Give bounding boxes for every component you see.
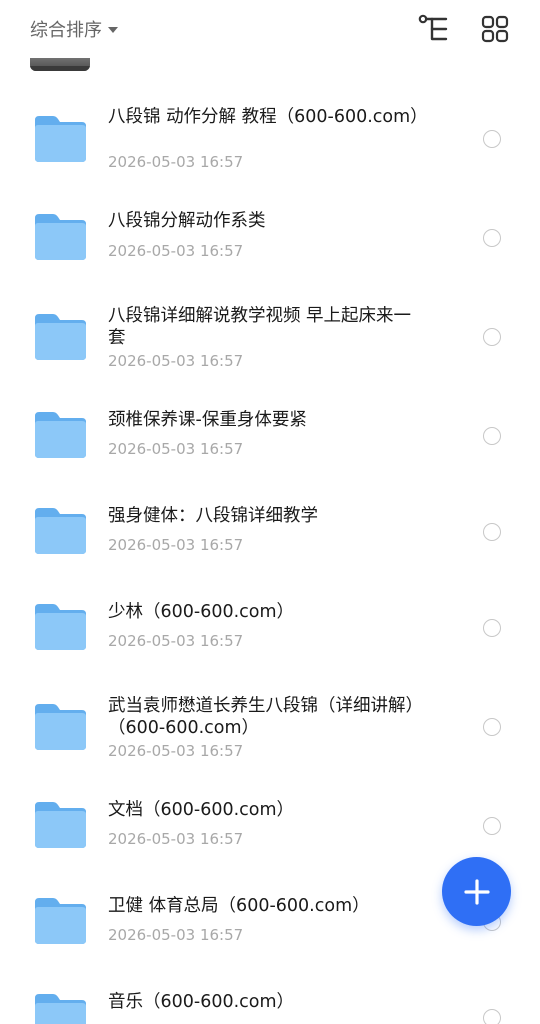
list-item[interactable]: 八段锦详细解说教学视频 早上起床来一套 2026-05-03 16:57 [0,290,540,386]
item-date: 2026-05-03 16:57 [108,242,244,260]
item-name: 强身健体：八段锦详细教学 [108,506,318,526]
item-name: 武当袁师懋道长养生八段锦（详细讲解）（600-600.com） [108,696,423,738]
list-item[interactable]: 八段锦 动作分解 教程（600-600.com） 2026-05-03 16:5… [0,92,540,188]
item-name: 颈椎保养课-保重身体要紧 [108,410,307,430]
select-radio[interactable] [483,130,501,148]
item-name: 音乐（600-600.com） [108,992,295,1012]
item-date: 2026-05-03 16:57 [108,632,244,650]
list-item[interactable]: 文档（600-600.com） 2026-05-03 16:57 [0,778,540,874]
select-radio[interactable] [483,328,501,346]
select-radio[interactable] [483,427,501,445]
item-date: 2026-05-03 16:57 [108,926,244,944]
select-radio[interactable] [483,229,501,247]
folder-icon [35,508,86,554]
item-date: 2026-05-03 16:57 [108,830,244,848]
list-item[interactable]: 音乐（600-600.com） [0,970,540,1024]
caret-down-icon [108,27,118,33]
select-radio[interactable] [483,1009,501,1024]
folder-icon [35,704,86,750]
sort-label: 综合排序 [30,20,102,41]
select-radio[interactable] [483,718,501,736]
list-item[interactable]: 武当袁师懋道长养生八段锦（详细讲解）（600-600.com） 2026-05-… [0,680,540,776]
item-date: 2026-05-03 16:57 [108,352,244,370]
list-item[interactable]: 强身健体：八段锦详细教学 2026-05-03 16:57 [0,484,540,580]
item-name: 八段锦 动作分解 教程（600-600.com） [108,107,428,127]
folder-icon [35,604,86,650]
folder-icon [35,214,86,260]
folder-icon [35,802,86,848]
add-button[interactable] [442,857,511,926]
folder-icon [35,412,86,458]
item-name: 卫健 体育总局（600-600.com） [108,896,370,916]
list-item[interactable]: 颈椎保养课-保重身体要紧 2026-05-03 16:57 [0,388,540,484]
grid-view-icon[interactable] [481,14,509,44]
list-item[interactable]: 八段锦分解动作系类 2026-05-03 16:57 [0,190,540,286]
folder-icon [35,898,86,944]
plus-icon [463,878,490,905]
select-radio[interactable] [483,523,501,541]
select-radio[interactable] [483,619,501,637]
item-date: 2026-05-03 16:57 [108,153,244,171]
top-toolbar: 综合排序 [0,0,540,58]
select-radio[interactable] [483,817,501,835]
folder-icon [35,116,86,162]
folder-icon [35,994,86,1024]
item-name: 少林（600-600.com） [108,602,295,622]
item-name: 文档（600-600.com） [108,800,295,820]
file-browser: 八段锦 动作分解 教程（600-600.com） 2026-05-03 16:5… [0,0,540,1024]
item-date: 2026-05-03 16:57 [108,536,244,554]
item-date: 2026-05-03 16:57 [108,742,244,760]
sort-dropdown[interactable]: 综合排序 [30,15,118,43]
item-name: 八段锦详细解说教学视频 早上起床来一套 [108,306,412,348]
list-item[interactable]: 少林（600-600.com） 2026-05-03 16:57 [0,580,540,676]
tree-view-icon[interactable] [418,14,450,44]
item-date: 2026-05-03 16:57 [108,440,244,458]
item-name: 八段锦分解动作系类 [108,211,266,231]
folder-icon [35,314,86,360]
